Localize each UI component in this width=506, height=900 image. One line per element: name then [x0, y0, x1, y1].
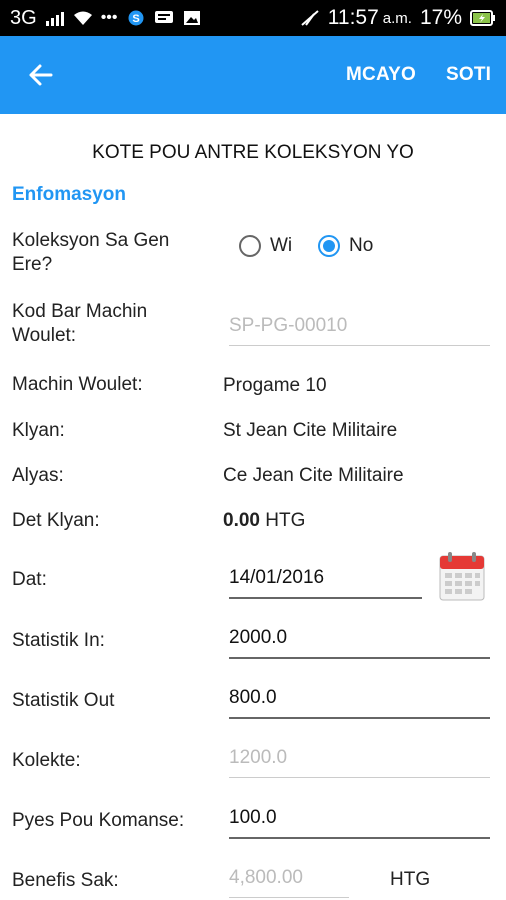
start-pieces-field[interactable]: 100.0: [229, 805, 490, 839]
machine-label: Machin Woulet:: [12, 374, 143, 395]
radio-no-circle: [318, 235, 340, 257]
collected-field: 1200.0: [229, 745, 490, 778]
soti-button[interactable]: SOTI: [446, 64, 491, 86]
svg-text:S: S: [132, 13, 139, 25]
debt-currency: HTG: [265, 510, 306, 531]
barcode-field[interactable]: SP-PG-00010: [229, 313, 490, 346]
clock-ampm: a.m.: [382, 9, 412, 27]
radio-wi-circle: [239, 235, 261, 257]
network-type: 3G: [10, 6, 37, 29]
start-pieces-label: Pyes Pou Komanse:: [12, 810, 185, 831]
more-notifications-icon: •••: [100, 9, 118, 26]
client-value: St Jean Cite Militaire: [223, 420, 398, 441]
stat-in-field[interactable]: 2000.0: [229, 625, 490, 659]
message-icon: [154, 11, 173, 23]
status-bar: 3G ••• S 11:57 a.m. 17%: [0, 0, 506, 36]
battery-icon: [470, 10, 495, 26]
radio-wi[interactable]: Wi: [239, 235, 292, 257]
alias-value: Ce Jean Cite Militaire: [223, 465, 404, 486]
profit-label: Benefis Sak:: [12, 870, 119, 891]
signal-icon: [45, 12, 64, 26]
debt-value: 0.00 HTG: [223, 510, 305, 532]
debt-label: Det Klyan:: [12, 510, 100, 531]
wifi-icon: [73, 11, 92, 25]
radio-no[interactable]: No: [318, 235, 373, 257]
profit-field: 4,800.00: [229, 865, 349, 898]
barcode-label: Kod Bar Machin Woulet:: [12, 301, 148, 346]
section-header: Enfomasyon: [12, 184, 127, 205]
mcayo-button[interactable]: MCAYO: [346, 64, 416, 86]
collection-generated-label: Koleksyon Sa Gen Ere?: [12, 230, 170, 275]
stat-out-field[interactable]: 800.0: [229, 685, 490, 719]
date-field[interactable]: 14/01/2016: [229, 565, 422, 599]
skype-icon: S: [128, 10, 143, 26]
profit-currency: HTG: [390, 869, 431, 890]
app-bar: MCAYO SOTI: [0, 36, 506, 114]
no-signal-icon: [301, 10, 319, 26]
calendar-icon[interactable]: [438, 550, 486, 602]
page-title: KOTE POU ANTRE KOLEKSYON YO: [92, 142, 414, 163]
machine-value: Progame 10: [223, 375, 327, 396]
stat-in-label: Statistik In:: [12, 630, 105, 651]
radio-no-label: No: [349, 235, 374, 256]
debt-amount: 0.00: [223, 510, 260, 531]
date-label: Dat:: [12, 569, 47, 590]
alias-label: Alyas:: [12, 465, 64, 486]
client-label: Klyan:: [12, 420, 65, 441]
arrow-left-icon: [29, 64, 53, 86]
clock-time: 11:57: [327, 6, 379, 29]
image-icon: [183, 11, 200, 25]
radio-wi-label: Wi: [270, 235, 293, 256]
battery-percent: 17%: [419, 6, 462, 29]
back-button[interactable]: [18, 53, 62, 97]
stat-out-label: Statistik Out: [12, 690, 115, 711]
collected-label: Kolekte:: [12, 750, 81, 771]
